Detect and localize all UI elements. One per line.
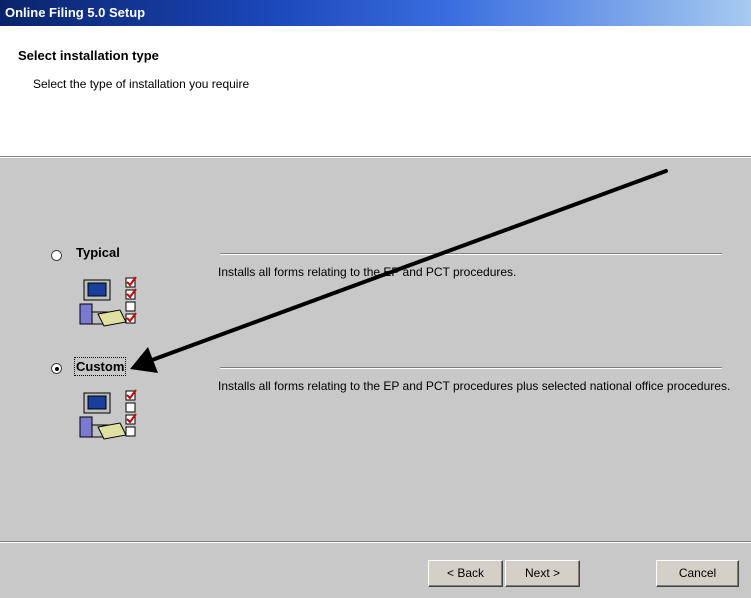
footer-divider-highlight [0,542,751,543]
back-button[interactable]: < Back [428,560,503,587]
next-button[interactable]: Next > [505,560,580,587]
cancel-button[interactable]: Cancel [656,560,739,587]
annotation-arrow [130,169,668,373]
